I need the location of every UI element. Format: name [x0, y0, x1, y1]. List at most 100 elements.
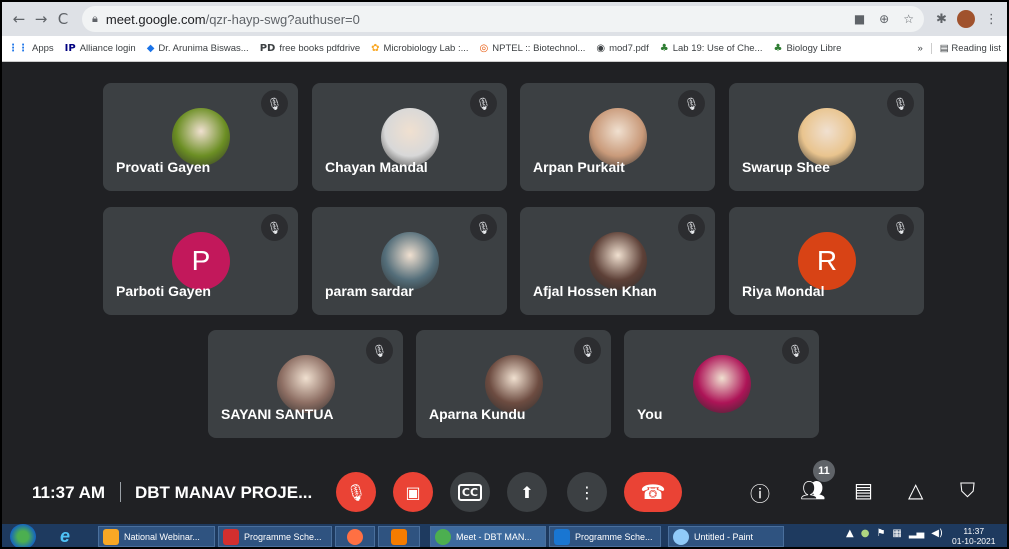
bookmark-pdfdrive[interactable]: PD free books pdfdrive	[260, 43, 360, 54]
participant-tile[interactable]: 🎙︎ param sardar	[312, 207, 507, 315]
taskbar-item-media[interactable]	[378, 526, 420, 547]
reading-list-button[interactable]: ▤ Reading list	[930, 43, 1001, 54]
present-now-button[interactable]: ⬆	[507, 472, 547, 512]
participant-tile[interactable]: 🎙︎ R Riya Mondal	[729, 207, 924, 315]
taskbar-item-webinar[interactable]: National Webinar...	[98, 526, 215, 547]
participant-name: Aparna Kundu	[429, 406, 526, 422]
meet-video-grid: 🎙︎ Provati Gayen 🎙︎ Chayan Mandal 🎙︎ Arpan Pu…	[2, 62, 1007, 462]
muted-mic-icon: 🎙︎	[887, 90, 914, 117]
taskbar-clock[interactable]: 11:37 01-10-2021	[952, 526, 995, 546]
participant-tile[interactable]: 🎙︎ Provati Gayen	[103, 83, 298, 191]
forward-icon[interactable]: →	[30, 10, 52, 28]
paint-icon	[673, 528, 689, 545]
pd-icon: PD	[259, 43, 276, 54]
chat-icon[interactable]: ▤	[854, 478, 873, 502]
nptel-icon: ◎	[479, 43, 489, 54]
profile-avatar[interactable]	[956, 10, 975, 28]
end-call-icon: ☎︎	[640, 480, 666, 504]
bookmark-star-icon[interactable]: ☆	[903, 12, 914, 26]
bookmark-alliance[interactable]: IP Alliance login	[65, 43, 136, 54]
participant-name: Riya Mondal	[742, 283, 825, 299]
flower-icon: ✿	[371, 43, 380, 54]
participant-avatar	[381, 232, 439, 290]
participant-name: You	[637, 406, 663, 422]
tray-app-icon[interactable]: ●	[861, 528, 870, 539]
participant-avatar	[277, 355, 335, 413]
bookmark-arunima[interactable]: ◆ Dr. Arunima Biswas...	[147, 43, 249, 54]
muted-mic-icon: 🎙︎	[678, 90, 705, 117]
address-bar[interactable]: 🔒︎ meet.google.com /qzr-hayp-swg?authuse…	[82, 6, 924, 32]
participant-tile[interactable]: 🎙︎ Swarup Shee	[729, 83, 924, 191]
muted-mic-icon: 🎙︎	[261, 90, 288, 117]
camera-toggle-button[interactable]: ▣	[393, 472, 433, 512]
browser-menu-icon[interactable]: ⋮	[985, 12, 998, 27]
bookmark-microbiology[interactable]: ✿ Microbiology Lab :...	[371, 43, 468, 54]
lock-icon: 🔒︎	[92, 12, 98, 25]
activities-icon[interactable]: △	[908, 478, 923, 502]
participant-name: Swarup Shee	[742, 159, 830, 175]
muted-mic-icon: 🎙︎	[261, 214, 288, 241]
participant-tile[interactable]: 🎙︎ P Parboti Gayen	[103, 207, 298, 315]
participant-name: SAYANI SANTUA	[221, 406, 334, 422]
bookmark-lab19[interactable]: ♣ Lab 19: Use of Che...	[660, 43, 763, 54]
participant-avatar: R	[798, 232, 856, 290]
flag-icon[interactable]: ⚑	[876, 528, 885, 539]
signal-icon[interactable]: ▂▄	[909, 528, 924, 539]
windows-taskbar: e National Webinar... Programme Sche... …	[2, 524, 1007, 547]
meeting-details-icon[interactable]: ⓘ	[750, 478, 770, 507]
meeting-title[interactable]: DBT MANAV PROJE...	[135, 483, 312, 503]
participant-tile[interactable]: 🎙︎ Chayan Mandal	[312, 83, 507, 191]
more-vert-icon: ⋮	[579, 482, 595, 502]
more-bookmarks-icon[interactable]: »	[917, 43, 922, 54]
host-controls-icon[interactable]: ⛉	[960, 478, 975, 502]
camera-off-icon: ▣	[405, 482, 421, 502]
participant-tile[interactable]: 🎙︎ Aparna Kundu	[416, 330, 611, 438]
back-icon[interactable]: ←	[8, 10, 30, 28]
participant-avatar	[589, 232, 647, 290]
taskbar-item-paint[interactable]: Untitled - Paint	[668, 526, 784, 547]
taskbar-item-programme-pdf[interactable]: Programme Sche...	[218, 526, 332, 547]
participant-tile[interactable]: 🎙︎ Arpan Purkait	[520, 83, 715, 191]
participant-avatar	[589, 108, 647, 166]
start-button[interactable]	[10, 524, 36, 547]
url-host: meet.google.com	[105, 11, 206, 27]
taskbar-item-word[interactable]: Programme Sche...	[549, 526, 661, 547]
extensions-icon[interactable]: ✱	[936, 12, 947, 27]
word-icon	[554, 528, 570, 545]
volume-icon[interactable]: ◀)	[931, 528, 943, 539]
participant-tile[interactable]: 🎙︎ You	[624, 330, 819, 438]
participant-name: Arpan Purkait	[533, 159, 625, 175]
device-icon[interactable]: ▦	[892, 528, 901, 539]
bookmark-biology-libre[interactable]: ♣ Biology Libre	[773, 43, 841, 54]
taskbar-item-meet[interactable]: Meet - DBT MAN...	[430, 526, 546, 547]
muted-mic-icon: 🎙︎	[574, 337, 601, 364]
zoom-icon[interactable]: ⊕	[879, 12, 889, 26]
bookmark-mod7[interactable]: ◉ mod7.pdf	[596, 43, 648, 54]
taskbar-item-firefox[interactable]	[335, 526, 375, 547]
participant-avatar	[485, 355, 543, 413]
browser-toolbar: ← → C 🔒︎ meet.google.com /qzr-hayp-swg?a…	[2, 2, 1007, 36]
captions-button[interactable]: CC	[450, 472, 490, 512]
url-path: /qzr-hayp-swg?authuser=0	[205, 11, 360, 27]
bookmark-nptel[interactable]: ◎ NPTEL :: Biotechnol...	[480, 43, 586, 54]
microphone-toggle-button[interactable]: 🎙︎	[336, 472, 376, 512]
divider	[120, 482, 121, 502]
more-options-button[interactable]: ⋮	[567, 472, 607, 512]
reload-icon[interactable]: C	[52, 10, 74, 28]
participant-tile[interactable]: 🎙︎ Afjal Hossen Khan	[520, 207, 715, 315]
muted-mic-icon: 🎙︎	[678, 214, 705, 241]
participant-tile[interactable]: 🎙︎ SAYANI SANTUA	[208, 330, 403, 438]
mic-off-icon: 🎙︎	[345, 482, 367, 502]
libre-icon: ♣	[659, 43, 669, 54]
bookmark-apps[interactable]: ⋮⋮ Apps	[8, 43, 54, 54]
diamond-icon: ◆	[146, 43, 155, 54]
tray-arrow-icon[interactable]: ▲	[846, 528, 854, 539]
participant-name: param sardar	[325, 283, 414, 299]
firefox-icon	[347, 528, 363, 545]
muted-mic-icon: 🎙︎	[887, 214, 914, 241]
participant-avatar	[798, 108, 856, 166]
camera-status-icon[interactable]: ■	[854, 12, 865, 26]
internet-explorer-icon[interactable]: e	[60, 526, 70, 547]
participant-name: Parboti Gayen	[116, 283, 211, 299]
leave-call-button[interactable]: ☎︎	[624, 472, 682, 512]
